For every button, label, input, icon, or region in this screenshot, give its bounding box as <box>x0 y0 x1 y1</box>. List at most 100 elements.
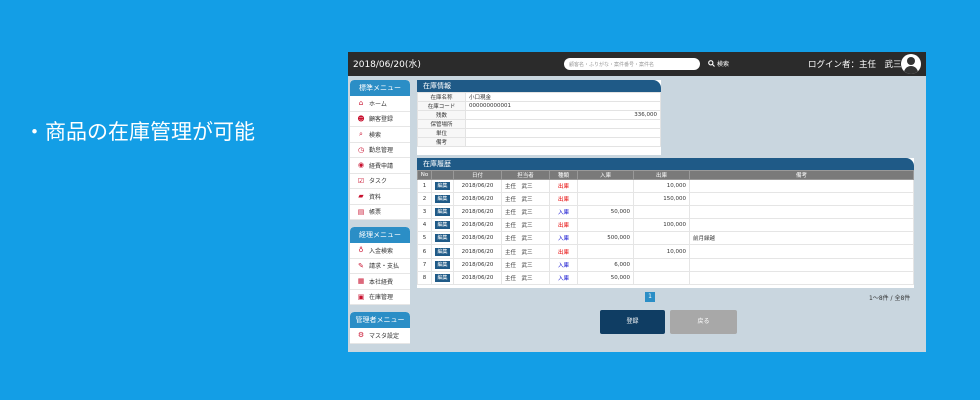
edit-button[interactable]: 編集 <box>435 234 450 243</box>
row-note <box>689 270 914 285</box>
row-in: 6,000 <box>577 257 634 272</box>
sidebar-item[interactable]: ✎ 請求・支払 <box>350 259 410 274</box>
sidebar-item[interactable]: ♁ 入金検索 <box>350 243 410 259</box>
row-type: 出庫 <box>549 178 578 194</box>
master-settings-icon: ⚙ <box>357 331 365 340</box>
row-in: 50,000 <box>577 205 634 220</box>
row-date: 2018/06/20 <box>453 218 502 233</box>
accounting-menu-title: 経理メニュー <box>350 227 410 243</box>
info-value <box>465 137 661 147</box>
edit-cell: 編集 <box>431 231 454 246</box>
current-date: 2018/06/20(水) <box>353 60 421 70</box>
edit-button[interactable]: 編集 <box>435 195 450 204</box>
sidebar-item[interactable]: ◷ 勤怠管理 <box>350 143 410 158</box>
row-number: 3 <box>417 205 432 220</box>
info-value <box>465 119 661 129</box>
search-button[interactable]: 検索 <box>708 59 729 68</box>
sidebar-item-label: タスク <box>369 178 388 186</box>
row-out <box>633 231 690 246</box>
row-out: 10,000 <box>633 244 690 259</box>
edit-button[interactable]: 編集 <box>435 182 450 191</box>
sidebar-item[interactable]: ▦ 本社経費 <box>350 274 410 290</box>
top-bar: 2018/06/20(水) 顧客名・ふりがな・案件番号・案件名 検索 ログイン者… <box>348 52 926 76</box>
row-note <box>689 257 914 272</box>
info-key: 備考 <box>417 137 466 147</box>
sidebar-item-label: 資料 <box>369 193 382 201</box>
page-button-1[interactable]: 1 <box>645 292 655 302</box>
edit-button[interactable]: 編集 <box>435 208 450 217</box>
info-row: 残数 336,000 <box>417 110 661 120</box>
sidebar-item-label: 顧客登録 <box>369 116 394 124</box>
table-row: 5 編集 2018/06/20 主任 武三 入庫 500,000 前月繰越 <box>417 231 914 246</box>
sidebar-item[interactable]: ⌕ 検索 <box>350 127 410 143</box>
row-staff: 主任 武三 <box>501 244 550 259</box>
edit-button[interactable]: 編集 <box>435 260 450 269</box>
column-header: 備考 <box>689 170 914 180</box>
sidebar-item[interactable]: ⚙ マスタ設定 <box>350 328 410 344</box>
row-date: 2018/06/20 <box>453 192 502 207</box>
edit-button[interactable]: 編集 <box>435 247 450 256</box>
table-row: 7 編集 2018/06/20 主任 武三 入庫 6,000 <box>417 257 914 272</box>
billing-icon: ✎ <box>358 261 364 270</box>
sidebar-item[interactable]: ☻ 顧客登録 <box>350 112 410 127</box>
row-note <box>689 205 914 220</box>
column-header: 担当者 <box>501 170 550 180</box>
column-header: 種類 <box>549 170 578 180</box>
row-note <box>689 192 914 207</box>
search-input[interactable]: 顧客名・ふりがな・案件番号・案件名 <box>564 58 700 70</box>
sidebar-item-label: 請求・支払 <box>369 263 400 271</box>
edit-cell: 編集 <box>431 192 454 207</box>
info-key: 単位 <box>417 128 466 138</box>
row-staff: 主任 武三 <box>501 231 550 246</box>
sidebar-item[interactable]: ⌂ ホーム <box>350 96 410 112</box>
row-date: 2018/06/20 <box>453 205 502 220</box>
info-key: 保管場所 <box>417 119 466 129</box>
app-screenshot: 2018/06/20(水) 顧客名・ふりがな・案件番号・案件名 検索 ログイン者… <box>348 52 926 352</box>
sidebar-item-label: 在庫管理 <box>369 294 394 302</box>
table-row: 3 編集 2018/06/20 主任 武三 入庫 50,000 <box>417 205 914 220</box>
column-header <box>431 170 454 180</box>
row-type: 出庫 <box>549 218 578 233</box>
sidebar-item-label: 検索 <box>369 131 382 139</box>
row-number: 2 <box>417 192 432 207</box>
edit-button[interactable]: 編集 <box>435 221 450 230</box>
sidebar-item[interactable]: ◉ 経費申請 <box>350 158 410 174</box>
row-date: 2018/06/20 <box>453 231 502 246</box>
edit-button[interactable]: 編集 <box>435 273 450 282</box>
inventory-history-table: No 日付 担当者 種類 入庫 出庫 備考 1 編集 2018/06/20 主任 武三 出庫 10,0… <box>417 170 914 285</box>
deposit-icon: ♁ <box>358 246 364 255</box>
sidebar-item[interactable]: ☑ タスク <box>350 174 410 189</box>
type-label: 出庫 <box>557 197 569 204</box>
inventory-history-panel: 在庫履歴 No 日付 担当者 種類 入庫 出庫 備考 1 編集 2018/06/20 主任 武三出… <box>417 158 914 288</box>
row-staff: 主任 武三 <box>501 218 550 233</box>
row-note <box>689 178 914 194</box>
inventory-history-title: 在庫履歴 <box>417 158 914 170</box>
row-in <box>577 178 634 194</box>
type-label: 出庫 <box>557 223 569 230</box>
info-value: 336,000 <box>465 110 661 120</box>
type-label: 入庫 <box>557 236 569 243</box>
edit-cell: 編集 <box>431 178 454 194</box>
info-row: 単位 <box>417 128 661 138</box>
login-user: ログイン者：主任 武三 <box>808 60 902 70</box>
sidebar-item[interactable]: ▤ 帳票 <box>350 205 410 220</box>
row-out <box>633 257 690 272</box>
inventory-info-title: 在庫情報 <box>417 80 661 92</box>
sidebar-item[interactable]: ▰ 資料 <box>350 189 410 205</box>
row-out <box>633 270 690 285</box>
row-number: 4 <box>417 218 432 233</box>
row-type: 入庫 <box>549 205 578 220</box>
folder-icon: ▰ <box>358 192 364 201</box>
info-row: 在庫名称 小口現金 <box>417 92 661 102</box>
avatar[interactable] <box>901 54 921 74</box>
task-icon: ☑ <box>357 176 365 185</box>
column-header: No <box>417 170 432 180</box>
info-value: 000000000001 <box>465 101 661 111</box>
column-header: 日付 <box>453 170 502 180</box>
register-button[interactable]: 登録 <box>600 310 665 334</box>
row-in <box>577 244 634 259</box>
row-date: 2018/06/20 <box>453 270 502 285</box>
back-button[interactable]: 戻る <box>670 310 737 334</box>
sidebar-item[interactable]: ▣ 在庫管理 <box>350 290 410 305</box>
row-staff: 主任 武三 <box>501 270 550 285</box>
